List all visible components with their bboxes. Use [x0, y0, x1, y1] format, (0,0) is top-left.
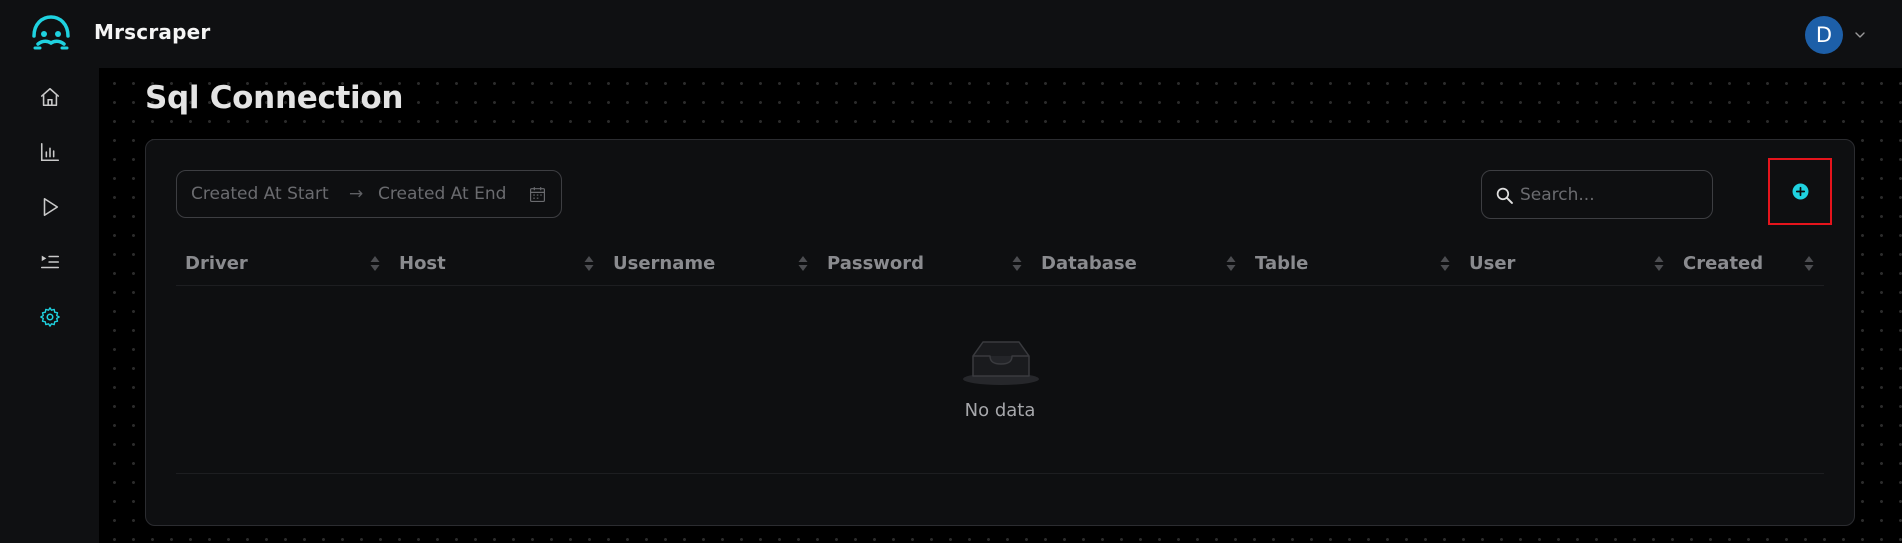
column-label: Password — [827, 252, 925, 274]
sort-icon[interactable] — [1012, 255, 1022, 272]
column-label: Database — [1041, 252, 1137, 274]
sort-icon[interactable] — [1226, 255, 1236, 272]
gear-icon — [40, 307, 60, 327]
sort-icon[interactable] — [1440, 255, 1450, 272]
column-header-host[interactable]: Host — [390, 240, 604, 286]
date-end-input[interactable]: Created At End — [378, 184, 506, 204]
sort-icon[interactable] — [584, 255, 594, 272]
column-label: Created — [1683, 252, 1764, 274]
column-label: Driver — [185, 252, 248, 274]
connections-card: Created At Start → Created At End Driver… — [145, 139, 1855, 526]
column-label: Table — [1255, 252, 1309, 274]
user-avatar[interactable]: D — [1805, 16, 1843, 54]
app-title: Mrscraper — [94, 20, 211, 44]
sidebar-item-queue[interactable] — [34, 246, 66, 278]
search-box[interactable] — [1481, 170, 1713, 219]
date-range-arrow: → — [349, 184, 364, 204]
sort-icon[interactable] — [1654, 255, 1664, 272]
sidebar-item-home[interactable] — [34, 81, 66, 113]
column-header-driver[interactable]: Driver — [176, 240, 390, 286]
playlist-icon — [40, 255, 60, 269]
column-header-username[interactable]: Username — [604, 240, 818, 286]
column-header-created[interactable]: Created — [1674, 240, 1824, 286]
top-header: Mrscraper D — [0, 0, 1902, 68]
empty-state-text: No data — [964, 400, 1036, 421]
column-label: Username — [613, 252, 716, 274]
add-connection-button[interactable] — [1768, 158, 1832, 225]
sort-icon[interactable] — [798, 255, 808, 272]
date-range-picker[interactable]: Created At Start → Created At End — [176, 170, 562, 218]
sidebar-item-settings[interactable] — [34, 301, 66, 333]
table-body: No data — [176, 286, 1824, 474]
calendar-icon — [530, 187, 545, 202]
page-title: Sql Connection — [145, 80, 404, 116]
bar-chart-icon — [40, 142, 60, 162]
column-header-database[interactable]: Database — [1032, 240, 1246, 286]
play-icon — [43, 197, 59, 217]
sort-icon[interactable] — [370, 255, 380, 272]
search-icon — [1496, 187, 1513, 204]
search-input[interactable] — [1518, 181, 1704, 209]
plus-circle-icon — [1792, 183, 1808, 200]
table-header: Driver Host Username Password Database T… — [176, 240, 1824, 286]
column-label: Host — [399, 252, 446, 274]
empty-inbox-icon — [963, 341, 1039, 385]
home-icon — [40, 87, 60, 107]
chevron-down-icon[interactable] — [1853, 28, 1867, 42]
column-label: User — [1469, 252, 1516, 274]
sidebar-item-run[interactable] — [34, 191, 66, 223]
column-header-table[interactable]: Table — [1246, 240, 1460, 286]
sidebar-item-analytics[interactable] — [34, 136, 66, 168]
sidebar — [0, 68, 99, 543]
logo-icon[interactable] — [30, 14, 72, 54]
sort-icon[interactable] — [1804, 255, 1814, 272]
column-header-password[interactable]: Password — [818, 240, 1032, 286]
date-start-input[interactable]: Created At Start — [191, 184, 329, 204]
column-header-user[interactable]: User — [1460, 240, 1674, 286]
